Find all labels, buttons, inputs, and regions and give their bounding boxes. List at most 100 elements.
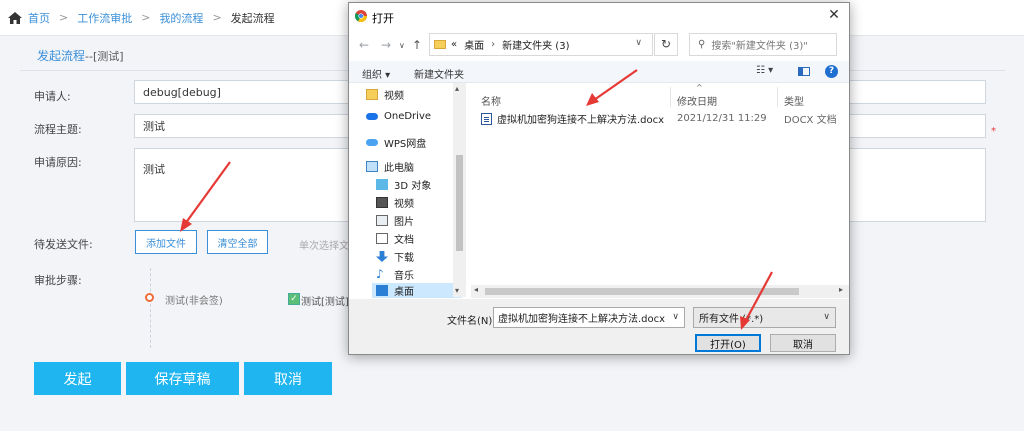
film-icon (376, 197, 388, 208)
chevron-down-icon: ∨ (823, 312, 830, 322)
step-dot-icon (145, 293, 154, 302)
address-part-desktop[interactable]: 桌面 (464, 37, 484, 52)
nav-item-desktop[interactable]: 桌面 (372, 283, 462, 298)
scroll-left-icon[interactable]: ◂ (474, 285, 478, 294)
subject-label: 流程主题: (34, 123, 82, 136)
address-bar[interactable]: « 桌面 › 新建文件夹 (3) ∨ (429, 33, 653, 56)
computer-icon (366, 161, 378, 172)
navigation-pane: 视频 OneDrive WPS网盘 此电脑 3D 对象 视频 图片 文档 下载 … (355, 83, 465, 298)
nav-item-videos-top[interactable]: 视频 (366, 87, 404, 102)
wps-cloud-icon (366, 139, 378, 146)
filename-value: 虚拟机加密狗连接不上解决方法.docx (498, 314, 666, 325)
nav-label: 图片 (394, 217, 414, 228)
nav-scrollbar[interactable]: ▴ ▾ (453, 83, 466, 297)
column-modified[interactable]: 修改日期 (677, 93, 717, 108)
submit-button[interactable]: 发起 (34, 362, 121, 395)
chevron-down-icon[interactable]: ∨ (635, 38, 642, 48)
column-type[interactable]: 类型 (784, 93, 804, 108)
view-options-icon[interactable]: ☷ ▾ (756, 65, 773, 76)
nav-label: WPS网盘 (384, 139, 427, 150)
close-icon[interactable]: ✕ (827, 8, 841, 22)
nav-item-this-pc[interactable]: 此电脑 (366, 159, 414, 174)
file-row[interactable]: 虚拟机加密狗连接不上解决方法.docx 2021/12/31 11:29 DOC… (481, 110, 847, 127)
download-arrow-icon (376, 251, 388, 262)
dialog-cancel-button[interactable]: 取消 (770, 334, 836, 352)
dialog-footer: 文件名(N): 虚拟机加密狗连接不上解决方法.docx ∨ 所有文件 (*.*)… (349, 299, 849, 354)
nav-item-pictures[interactable]: 图片 (376, 213, 414, 228)
filetype-value: 所有文件 (*.*) (699, 314, 764, 325)
filetype-select[interactable]: 所有文件 (*.*) ∨ (693, 307, 836, 328)
onedrive-cloud-icon (366, 113, 378, 120)
filename-input[interactable]: 虚拟机加密狗连接不上解决方法.docx ∨ (493, 307, 685, 328)
page-title-sub: --[测试] (85, 50, 124, 63)
nav-label: OneDrive (384, 111, 432, 122)
scroll-down-icon[interactable]: ▾ (455, 286, 459, 295)
add-file-button[interactable]: 添加文件 (135, 230, 197, 254)
up-arrow-icon[interactable]: ↑ (412, 38, 422, 52)
step-timeline (150, 268, 151, 348)
chrome-icon (355, 10, 367, 22)
column-divider[interactable] (670, 87, 671, 107)
search-placeholder: 搜索"新建文件夹 (3)" (711, 41, 808, 52)
sort-ascending-icon: ^ (696, 83, 703, 92)
document-icon (376, 233, 388, 244)
nav-label: 3D 对象 (394, 181, 432, 192)
nav-item-3d-objects[interactable]: 3D 对象 (376, 177, 431, 192)
chevron-down-icon[interactable]: ∨ (399, 41, 405, 50)
dialog-toolbar: 组织 ▾ 新建文件夹 ☷ ▾ ? (349, 61, 849, 83)
preview-pane-icon[interactable] (798, 67, 810, 76)
applicant-label: 申请人: (34, 90, 71, 103)
step-2: 测试[测试] (301, 297, 349, 308)
nav-label: 桌面 (394, 287, 414, 298)
nav-item-videos[interactable]: 视频 (376, 195, 414, 210)
nav-item-music[interactable]: ♪ 音乐 (376, 267, 414, 282)
scroll-thumb[interactable] (456, 155, 463, 251)
scroll-up-icon[interactable]: ▴ (455, 84, 459, 93)
picture-icon (376, 215, 388, 226)
docx-file-icon (481, 112, 492, 125)
refresh-icon[interactable]: ↻ (654, 33, 678, 56)
nav-label: 音乐 (394, 271, 414, 282)
column-name[interactable]: 名称 (481, 93, 501, 108)
back-arrow-icon[interactable]: ← (359, 38, 369, 52)
open-button[interactable]: 打开(O) (695, 334, 761, 352)
chevron-right-icon: > (212, 11, 222, 24)
folder-icon (434, 40, 446, 49)
search-input[interactable]: ⚲ 搜索"新建文件夹 (3)" (689, 33, 837, 56)
address-row: ← → ∨ ↑ « 桌面 › 新建文件夹 (3) ∨ ↻ ⚲ 搜索"新建文件夹 … (349, 30, 849, 60)
home-icon[interactable] (8, 11, 22, 24)
scroll-right-icon[interactable]: ▸ (839, 285, 843, 294)
folder-icon (366, 89, 378, 100)
address-part-folder[interactable]: 新建文件夹 (3) (502, 37, 569, 52)
forward-arrow-icon[interactable]: → (381, 38, 391, 52)
chevron-down-icon[interactable]: ∨ (672, 312, 679, 322)
save-draft-button[interactable]: 保存草稿 (126, 362, 239, 395)
breadcrumb-my-process[interactable]: 我的流程 (159, 10, 203, 26)
breadcrumb-workflow[interactable]: 工作流审批 (77, 10, 132, 26)
new-folder-button[interactable]: 新建文件夹 (414, 66, 464, 81)
nav-item-onedrive[interactable]: OneDrive (366, 111, 431, 122)
file-list-hscrollbar[interactable]: ◂ ▸ (471, 285, 849, 298)
page-title-main: 发起流程 (37, 49, 86, 63)
column-divider[interactable] (777, 87, 778, 107)
checkbox-checked-icon[interactable]: ✓ (288, 293, 300, 305)
nav-item-documents[interactable]: 文档 (376, 231, 414, 246)
reason-label: 申请原因: (34, 156, 82, 169)
nav-label: 此电脑 (384, 163, 414, 174)
step-1: 测试(非会签) (165, 296, 223, 307)
help-icon[interactable]: ? (825, 65, 838, 78)
nav-label: 视频 (394, 199, 414, 210)
page-title: 发起流程--[测试] (37, 47, 124, 64)
clear-all-button[interactable]: 清空全部 (207, 230, 268, 254)
nav-item-wps-drive[interactable]: WPS网盘 (366, 135, 426, 150)
single-select-hint: 单次选择文 (299, 241, 349, 252)
breadcrumb-home[interactable]: 首页 (28, 10, 50, 26)
hscroll-thumb[interactable] (485, 288, 799, 295)
file-modified: 2021/12/31 11:29 (677, 113, 767, 124)
nav-label: 文档 (394, 235, 414, 246)
cancel-button[interactable]: 取消 (244, 362, 332, 395)
nav-item-downloads[interactable]: 下载 (376, 249, 414, 264)
dialog-title: 打开 (372, 12, 394, 25)
organize-menu[interactable]: 组织 ▾ (362, 66, 390, 81)
breadcrumb-current: 发起流程 (230, 11, 275, 25)
